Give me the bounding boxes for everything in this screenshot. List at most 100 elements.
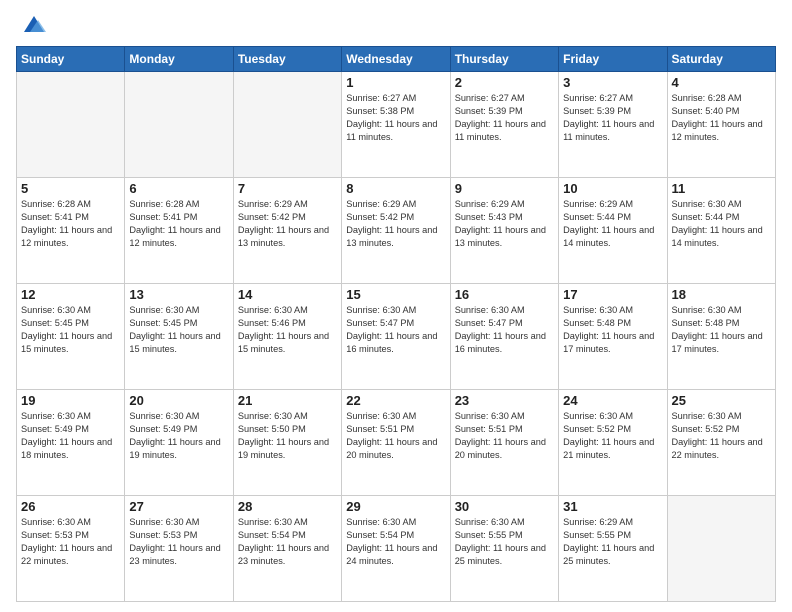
calendar-cell [17, 72, 125, 178]
day-number: 9 [455, 181, 554, 196]
day-number: 25 [672, 393, 771, 408]
calendar-cell: 30 Sunrise: 6:30 AM Sunset: 5:55 PM Dayli… [450, 496, 558, 602]
day-info: Sunrise: 6:30 AM Sunset: 5:46 PM Dayligh… [238, 304, 337, 356]
day-number: 24 [563, 393, 662, 408]
calendar-cell: 21 Sunrise: 6:30 AM Sunset: 5:50 PM Dayli… [233, 390, 341, 496]
day-info: Sunrise: 6:28 AM Sunset: 5:40 PM Dayligh… [672, 92, 771, 144]
calendar-cell: 15 Sunrise: 6:30 AM Sunset: 5:47 PM Dayli… [342, 284, 450, 390]
day-number: 2 [455, 75, 554, 90]
weekday-header-monday: Monday [125, 47, 233, 72]
calendar-cell: 12 Sunrise: 6:30 AM Sunset: 5:45 PM Dayli… [17, 284, 125, 390]
day-info: Sunrise: 6:30 AM Sunset: 5:44 PM Dayligh… [672, 198, 771, 250]
calendar-cell: 5Sunrise: 6:28 AM Sunset: 5:41 PM Daylig… [17, 178, 125, 284]
day-info: Sunrise: 6:30 AM Sunset: 5:54 PM Dayligh… [238, 516, 337, 568]
day-info: Sunrise: 6:30 AM Sunset: 5:49 PM Dayligh… [129, 410, 228, 462]
calendar-cell: 28 Sunrise: 6:30 AM Sunset: 5:54 PM Dayli… [233, 496, 341, 602]
day-number: 18 [672, 287, 771, 302]
day-info: Sunrise: 6:27 AM Sunset: 5:38 PM Dayligh… [346, 92, 445, 144]
calendar-cell: 16Sunrise: 6:30 AM Sunset: 5:47 PM Dayli… [450, 284, 558, 390]
calendar-cell: 14 Sunrise: 6:30 AM Sunset: 5:46 PM Dayli… [233, 284, 341, 390]
day-number: 11 [672, 181, 771, 196]
calendar-cell [125, 72, 233, 178]
calendar-cell: 27 Sunrise: 6:30 AM Sunset: 5:53 PM Dayli… [125, 496, 233, 602]
weekday-header-saturday: Saturday [667, 47, 775, 72]
day-info: Sunrise: 6:30 AM Sunset: 5:51 PM Dayligh… [346, 410, 445, 462]
day-number: 22 [346, 393, 445, 408]
day-info: Sunrise: 6:30 AM Sunset: 5:48 PM Dayligh… [672, 304, 771, 356]
day-info: Sunrise: 6:30 AM Sunset: 5:45 PM Dayligh… [21, 304, 120, 356]
day-info: Sunrise: 6:29 AM Sunset: 5:55 PM Dayligh… [563, 516, 662, 568]
day-info: Sunrise: 6:30 AM Sunset: 5:52 PM Dayligh… [672, 410, 771, 462]
day-number: 26 [21, 499, 120, 514]
day-number: 19 [21, 393, 120, 408]
weekday-header-thursday: Thursday [450, 47, 558, 72]
calendar-body: 1 Sunrise: 6:27 AM Sunset: 5:38 PM Daylig… [17, 72, 776, 602]
day-info: Sunrise: 6:30 AM Sunset: 5:53 PM Dayligh… [21, 516, 120, 568]
day-info: Sunrise: 6:30 AM Sunset: 5:53 PM Dayligh… [129, 516, 228, 568]
day-info: Sunrise: 6:29 AM Sunset: 5:44 PM Dayligh… [563, 198, 662, 250]
logo [16, 10, 48, 38]
calendar-cell: 9Sunrise: 6:29 AM Sunset: 5:43 PM Daylig… [450, 178, 558, 284]
day-number: 4 [672, 75, 771, 90]
day-number: 6 [129, 181, 228, 196]
day-info: Sunrise: 6:30 AM Sunset: 5:55 PM Dayligh… [455, 516, 554, 568]
weekday-header-sunday: Sunday [17, 47, 125, 72]
calendar-cell: 3Sunrise: 6:27 AM Sunset: 5:39 PM Daylig… [559, 72, 667, 178]
day-info: Sunrise: 6:30 AM Sunset: 5:50 PM Dayligh… [238, 410, 337, 462]
day-number: 15 [346, 287, 445, 302]
day-info: Sunrise: 6:30 AM Sunset: 5:51 PM Dayligh… [455, 410, 554, 462]
day-number: 21 [238, 393, 337, 408]
day-info: Sunrise: 6:30 AM Sunset: 5:47 PM Dayligh… [346, 304, 445, 356]
calendar-cell: 29 Sunrise: 6:30 AM Sunset: 5:54 PM Dayli… [342, 496, 450, 602]
day-number: 20 [129, 393, 228, 408]
day-info: Sunrise: 6:28 AM Sunset: 5:41 PM Dayligh… [129, 198, 228, 250]
calendar-week-2: 5 Sunrise: 6:28 AM Sunset: 5:41 PM Daylig… [17, 178, 776, 284]
calendar-cell: 31 Sunrise: 6:29 AM Sunset: 5:55 PM Dayli… [559, 496, 667, 602]
day-info: Sunrise: 6:27 AM Sunset: 5:39 PM Dayligh… [455, 92, 554, 144]
calendar-cell: 13Sunrise: 6:30 AM Sunset: 5:45 PM Dayli… [125, 284, 233, 390]
day-number: 3 [563, 75, 662, 90]
day-info: Sunrise: 6:30 AM Sunset: 5:48 PM Dayligh… [563, 304, 662, 356]
day-number: 30 [455, 499, 554, 514]
calendar-cell: 18 Sunrise: 6:30 AM Sunset: 5:48 PM Dayli… [667, 284, 775, 390]
day-number: 14 [238, 287, 337, 302]
calendar-cell: 24 Sunrise: 6:30 AM Sunset: 5:52 PM Dayli… [559, 390, 667, 496]
calendar-week-4: 19 Sunrise: 6:30 AM Sunset: 5:49 PM Dayli… [17, 390, 776, 496]
day-number: 28 [238, 499, 337, 514]
calendar-cell: 19 Sunrise: 6:30 AM Sunset: 5:49 PM Dayli… [17, 390, 125, 496]
day-number: 10 [563, 181, 662, 196]
calendar-week-3: 12 Sunrise: 6:30 AM Sunset: 5:45 PM Dayli… [17, 284, 776, 390]
day-number: 27 [129, 499, 228, 514]
day-number: 7 [238, 181, 337, 196]
logo-icon [20, 10, 48, 38]
page: SundayMondayTuesdayWednesdayThursdayFrid… [0, 0, 792, 612]
calendar-cell: 26 Sunrise: 6:30 AM Sunset: 5:53 PM Dayli… [17, 496, 125, 602]
day-number: 17 [563, 287, 662, 302]
day-info: Sunrise: 6:30 AM Sunset: 5:49 PM Dayligh… [21, 410, 120, 462]
calendar-cell: 23 Sunrise: 6:30 AM Sunset: 5:51 PM Dayli… [450, 390, 558, 496]
calendar-cell: 10 Sunrise: 6:29 AM Sunset: 5:44 PM Dayli… [559, 178, 667, 284]
day-info: Sunrise: 6:30 AM Sunset: 5:47 PM Dayligh… [455, 304, 554, 356]
day-number: 31 [563, 499, 662, 514]
calendar-cell: 11 Sunrise: 6:30 AM Sunset: 5:44 PM Dayli… [667, 178, 775, 284]
day-info: Sunrise: 6:30 AM Sunset: 5:54 PM Dayligh… [346, 516, 445, 568]
calendar-cell: 6 Sunrise: 6:28 AM Sunset: 5:41 PM Daylig… [125, 178, 233, 284]
day-number: 23 [455, 393, 554, 408]
day-number: 5 [21, 181, 120, 196]
calendar-cell: 20 Sunrise: 6:30 AM Sunset: 5:49 PM Dayli… [125, 390, 233, 496]
weekday-header-wednesday: Wednesday [342, 47, 450, 72]
day-info: Sunrise: 6:29 AM Sunset: 5:42 PM Dayligh… [238, 198, 337, 250]
day-number: 8 [346, 181, 445, 196]
calendar-cell: 25 Sunrise: 6:30 AM Sunset: 5:52 PM Dayli… [667, 390, 775, 496]
calendar-week-5: 26 Sunrise: 6:30 AM Sunset: 5:53 PM Dayli… [17, 496, 776, 602]
calendar-cell: 8Sunrise: 6:29 AM Sunset: 5:42 PM Daylig… [342, 178, 450, 284]
day-number: 29 [346, 499, 445, 514]
calendar-cell: 17 Sunrise: 6:30 AM Sunset: 5:48 PM Dayli… [559, 284, 667, 390]
weekday-header-tuesday: Tuesday [233, 47, 341, 72]
calendar-cell: 22 Sunrise: 6:30 AM Sunset: 5:51 PM Dayli… [342, 390, 450, 496]
day-number: 1 [346, 75, 445, 90]
day-number: 12 [21, 287, 120, 302]
calendar-header: SundayMondayTuesdayWednesdayThursdayFrid… [17, 47, 776, 72]
calendar-table: SundayMondayTuesdayWednesdayThursdayFrid… [16, 46, 776, 602]
day-info: Sunrise: 6:30 AM Sunset: 5:52 PM Dayligh… [563, 410, 662, 462]
